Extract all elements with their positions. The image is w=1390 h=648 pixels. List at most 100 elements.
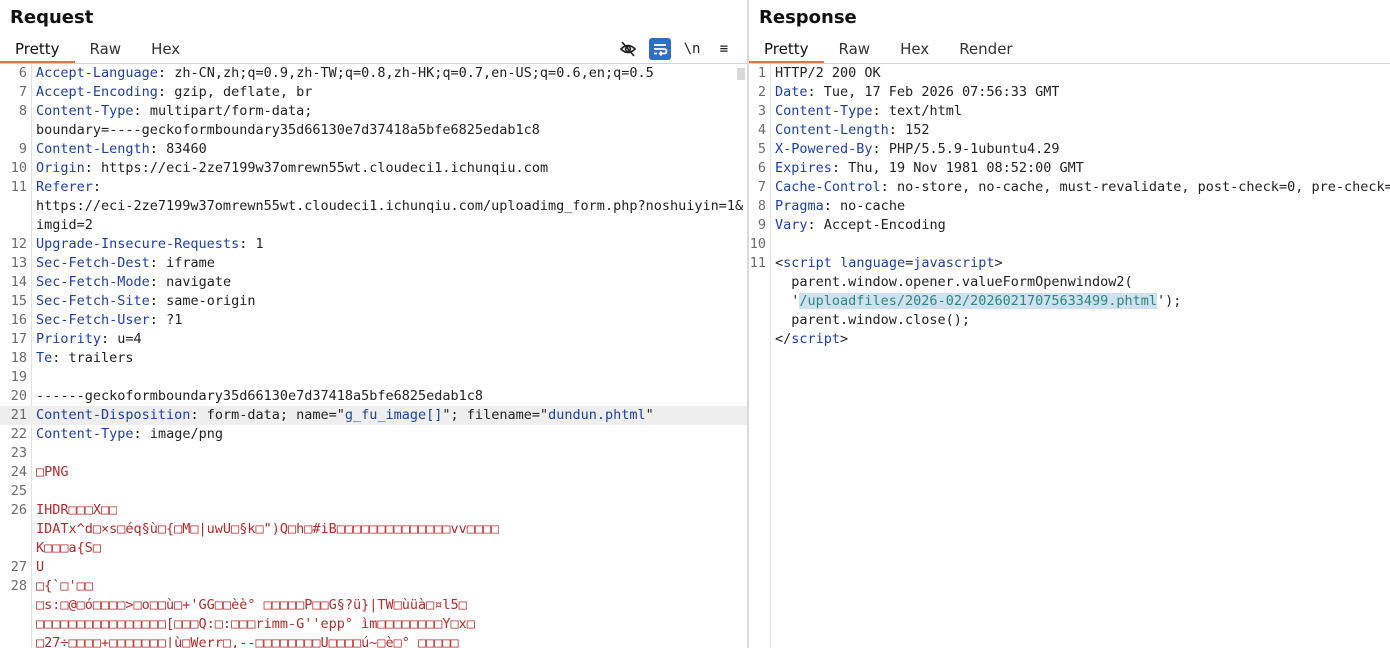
tab-hex[interactable]: Hex xyxy=(136,36,195,63)
line-content: Priority: u=4 xyxy=(32,330,142,349)
header-name: Content-Type xyxy=(775,103,873,119)
header-value: 1 xyxy=(255,236,264,252)
line-number: 24 xyxy=(10,464,27,480)
code-line[interactable]: 6 Accept-Language: zh-CN,zh;q=0.9,zh-TW;q… xyxy=(0,64,747,83)
line-number: 25 xyxy=(10,483,27,499)
code-line[interactable]: 8 Pragma: no-cache xyxy=(749,197,1390,216)
response-tabs: Pretty Raw Hex Render xyxy=(749,36,1028,63)
line-content: Content-Type: multipart/form-data; xyxy=(32,102,312,121)
code-line[interactable]: 24 □PNG xyxy=(0,463,747,482)
code-line[interactable]: 12 Upgrade-Insecure-Requests: 1 xyxy=(0,235,747,254)
line-content: Cache-Control: no-store, no-cache, must-… xyxy=(771,178,1390,197)
code-line[interactable]: 8 Content-Type: multipart/form-data; xyxy=(0,102,747,121)
quote: ' xyxy=(775,293,800,309)
tab-hex[interactable]: Hex xyxy=(885,36,944,63)
code-line[interactable]: 19 xyxy=(0,368,747,387)
code-line[interactable]: 17 Priority: u=4 xyxy=(0,330,747,349)
code-line[interactable]: 10 Origin: https://eci-2ze7199w37omrewn55… xyxy=(0,159,747,178)
header-value: text/html xyxy=(888,103,962,119)
code-line[interactable]: □s:□@□ó□□□□>□o□□ù□+'GG□□èè° □□□□□P□□G§?ü… xyxy=(0,596,747,615)
code-line[interactable]: imgid=2 xyxy=(0,216,747,235)
tab-pretty[interactable]: Pretty xyxy=(749,36,824,63)
code-line[interactable]: 25 xyxy=(0,482,747,501)
header-name: X-Powered-By xyxy=(775,141,873,157)
code-line[interactable]: 14 Sec-Fetch-Mode: navigate xyxy=(0,273,747,292)
code-line[interactable]: 10 xyxy=(749,235,1390,254)
code-line[interactable]: 4 Content-Length: 152 xyxy=(749,121,1390,140)
scrollbar-thumb[interactable] xyxy=(737,68,745,80)
request-editor[interactable]: 6 Accept-Language: zh-CN,zh;q=0.9,zh-TW;q… xyxy=(0,64,747,648)
code-line[interactable]: 13 Sec-Fetch-Dest: iframe xyxy=(0,254,747,273)
upload-path-selection[interactable]: /uploadfiles/2026-02/20260217075633499.p… xyxy=(799,293,1158,309)
colon: : xyxy=(149,255,167,271)
code-line[interactable]: 26 IHDR□□□X□□ xyxy=(0,501,747,520)
code-line[interactable]: boundary=----geckoformboundary35d66130e7… xyxy=(0,121,747,140)
eye-off-icon[interactable] xyxy=(617,38,639,60)
code-line[interactable]: '/uploadfiles/2026-02/20260217075633499.… xyxy=(749,292,1390,311)
code-line[interactable]: 11 <script language=javascript> xyxy=(749,254,1390,273)
file-name: dundun.phtml xyxy=(548,407,646,423)
header-value: form-data; name=" xyxy=(206,407,345,423)
code-line[interactable]: 21 Content-Disposition: form-data; name="… xyxy=(0,406,747,425)
line-number: 9 xyxy=(18,141,27,157)
line-content: Sec-Fetch-User: ?1 xyxy=(32,311,182,330)
tab-raw[interactable]: Raw xyxy=(824,36,886,63)
code-line[interactable]: 7 Cache-Control: no-store, no-cache, must… xyxy=(749,178,1390,197)
code-line[interactable]: 22 Content-Type: image/png xyxy=(0,425,747,444)
code-line[interactable]: 15 Sec-Fetch-Site: same-origin xyxy=(0,292,747,311)
code-line[interactable]: 1 HTTP/2 200 OK xyxy=(749,64,1390,83)
line-number: 5 xyxy=(757,141,766,157)
line-number: 8 xyxy=(18,103,27,119)
response-editor[interactable]: 1 HTTP/2 200 OK 2 Date: Tue, 17 Feb 2026 07… xyxy=(749,64,1390,648)
binary-data: U xyxy=(36,559,45,575)
line-number: 1 xyxy=(757,65,766,81)
code-line[interactable]: parent.window.opener.valueFormOpenwindow… xyxy=(749,273,1390,292)
colon: : xyxy=(149,274,167,290)
line-number xyxy=(0,634,32,648)
code-line[interactable]: 3 Content-Type: text/html xyxy=(749,102,1390,121)
header-name: Cache-Control xyxy=(775,179,881,195)
code-line[interactable]: parent.window.close(); xyxy=(749,311,1390,330)
tab-pretty[interactable]: Pretty xyxy=(0,36,75,63)
code-line[interactable]: 18 Te: trailers xyxy=(0,349,747,368)
line-content: Te: trailers xyxy=(32,349,134,368)
header-value: u=4 xyxy=(117,331,142,347)
code-line[interactable]: 9 Content-Length: 83460 xyxy=(0,140,747,159)
code-line[interactable]: 9 Vary: Accept-Encoding xyxy=(749,216,1390,235)
line-number: 7 xyxy=(18,84,27,100)
line-content xyxy=(771,235,775,254)
line-number: 21 xyxy=(10,407,27,423)
code-line[interactable]: 27 U xyxy=(0,558,747,577)
newline-icon[interactable]: \n xyxy=(681,38,703,60)
code-line[interactable]: K□□□a{S□ xyxy=(0,539,747,558)
code-line[interactable]: https://eci-2ze7199w37omrewn55wt.cloudec… xyxy=(0,197,747,216)
code-line[interactable]: 2 Date: Tue, 17 Feb 2026 07:56:33 GMT xyxy=(749,83,1390,102)
line-number: 28 xyxy=(10,578,27,594)
tab-render[interactable]: Render xyxy=(944,36,1027,63)
code-line[interactable]: □27÷□□□□+□□□□□□□|ù□Werr□,--□□□□□□□□U□□□□… xyxy=(0,634,747,648)
colon: : xyxy=(149,141,167,157)
line-number xyxy=(0,216,32,235)
menu-icon[interactable]: ≡ xyxy=(713,38,735,60)
tag-name: script xyxy=(791,331,841,347)
wrap-icon[interactable] xyxy=(649,38,671,60)
code-line[interactable]: 6 Expires: Thu, 19 Nov 1981 08:52:00 GMT xyxy=(749,159,1390,178)
line-content: Sec-Fetch-Mode: navigate xyxy=(32,273,231,292)
code-line[interactable]: IDATx^d□×s□éq§ù□{□M□|uwU□§k□")Q□h□#iB□□□… xyxy=(0,520,747,539)
code-line[interactable]: 5 X-Powered-By: PHP/5.5.9-1ubuntu4.29 xyxy=(749,140,1390,159)
code-line[interactable]: 11 Referer: xyxy=(0,178,747,197)
code-line[interactable]: 28 □{`□'□□ xyxy=(0,577,747,596)
line-content: K□□□a{S□ xyxy=(32,539,101,558)
code-line[interactable]: </script> xyxy=(749,330,1390,349)
line-content: Origin: https://eci-2ze7199w37omrewn55wt… xyxy=(32,159,548,178)
line-number: 11 xyxy=(10,179,27,195)
code-line[interactable]: 20 ------geckoformboundary35d66130e7d3741… xyxy=(0,387,747,406)
header-value: 152 xyxy=(905,122,930,138)
code-line[interactable]: 7 Accept-Encoding: gzip, deflate, br xyxy=(0,83,747,102)
code-line[interactable]: 23 xyxy=(0,444,747,463)
code-line[interactable]: □□□□□□□□□□□□□□□□[□□□Q:□:□□□rimm-G''epp° … xyxy=(0,615,747,634)
tab-raw[interactable]: Raw xyxy=(75,36,137,63)
header-name: Referer xyxy=(36,179,93,195)
header-value: no-cache xyxy=(840,198,906,214)
code-line[interactable]: 16 Sec-Fetch-User: ?1 xyxy=(0,311,747,330)
